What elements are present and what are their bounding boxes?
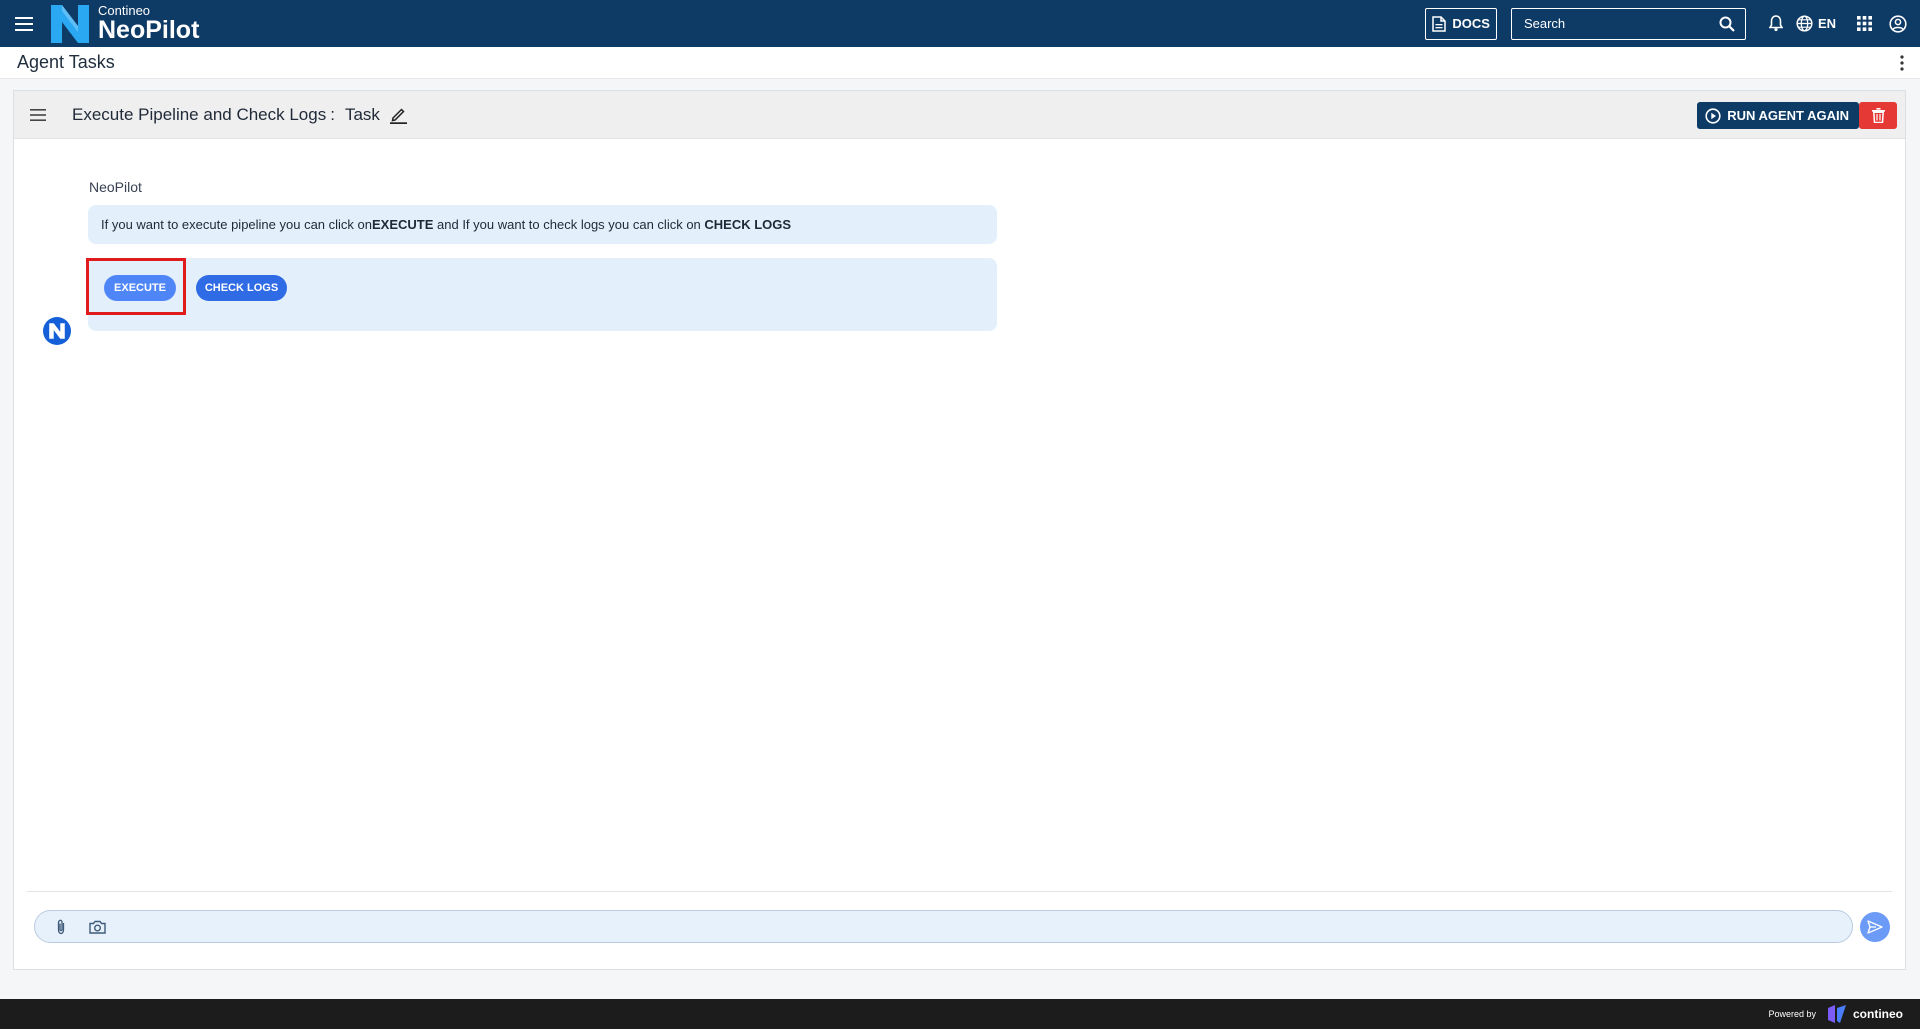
play-circle-icon (1705, 107, 1721, 124)
neopilot-logo-icon (51, 4, 89, 43)
language-label: EN (1817, 16, 1836, 31)
task-menu-button[interactable] (30, 108, 52, 121)
run-agent-again-label: RUN AGENT AGAIN (1727, 108, 1849, 123)
page-header: Agent Tasks (0, 47, 1920, 79)
paperclip-icon (57, 919, 65, 934)
message-text-part: If you want to execute pipeline you can … (101, 217, 372, 232)
task-title-separator: : (330, 104, 335, 124)
account-button[interactable] (1884, 0, 1912, 47)
execute-button[interactable]: EXECUTE (104, 275, 176, 301)
message-keyword-execute: EXECUTE (372, 217, 434, 232)
camera-button[interactable] (79, 910, 115, 943)
message-actions-bubble: EXECUTE CHECK LOGS (86, 258, 997, 331)
more-options-icon[interactable] (1900, 55, 1904, 71)
docs-label: DOCS (1452, 16, 1490, 31)
company-name: contineo (1853, 1007, 1903, 1021)
send-button[interactable] (1860, 912, 1890, 942)
apps-grid-icon (1856, 16, 1872, 31)
bot-avatar (43, 317, 71, 345)
task-header: Execute Pipeline and Check Logs : Task R… (14, 91, 1905, 139)
account-circle-icon (1889, 14, 1907, 33)
powered-by-label: Powered by (1768, 1009, 1816, 1019)
trash-icon (1871, 108, 1885, 123)
task-card: Execute Pipeline and Check Logs : Task R… (13, 90, 1906, 970)
page-title: Agent Tasks (17, 52, 115, 72)
message-text-part: and If you want to check logs you can cl… (433, 217, 705, 232)
globe-icon (1796, 15, 1813, 32)
top-bar: Contineo NeoPilot DOCS Search EN (0, 0, 1920, 47)
docs-button[interactable]: DOCS (1425, 7, 1497, 40)
edit-task-name-button[interactable] (389, 106, 407, 124)
send-icon (1867, 920, 1883, 934)
message-sender: NeoPilot (89, 179, 142, 195)
brand-product: NeoPilot (98, 16, 200, 44)
delete-task-button[interactable] (1859, 102, 1897, 129)
task-title: Execute Pipeline and Check Logs (72, 104, 327, 124)
run-agent-again-button[interactable]: RUN AGENT AGAIN (1697, 102, 1859, 129)
hamburger-icon (30, 108, 46, 121)
apps-button[interactable] (1850, 0, 1878, 47)
attach-file-button[interactable] (43, 910, 79, 943)
contineo-logo-icon (1828, 1005, 1846, 1023)
search-input[interactable] (1521, 15, 1702, 32)
footer: Powered by contineo (0, 999, 1920, 1029)
message-bubble: If you want to execute pipeline you can … (88, 205, 997, 244)
search-icon[interactable] (1719, 16, 1735, 32)
check-logs-button[interactable]: CHECK LOGS (196, 275, 287, 301)
message-input[interactable] (115, 912, 1852, 941)
task-name: Task (344, 104, 380, 124)
bell-icon (1768, 15, 1783, 32)
composer-divider (27, 891, 1892, 892)
search-box[interactable] (1510, 7, 1746, 40)
neopilot-avatar-icon (49, 323, 65, 339)
company-logo: contineo (1826, 1004, 1903, 1024)
main-menu-button[interactable] (0, 0, 48, 47)
document-icon (1432, 15, 1447, 32)
notifications-button[interactable] (1762, 0, 1790, 47)
language-selector[interactable]: EN (1796, 15, 1836, 32)
camera-icon (88, 920, 106, 934)
pencil-icon (389, 107, 407, 124)
brand[interactable]: Contineo NeoPilot (48, 0, 199, 47)
message-keyword-check-logs: CHECK LOGS (704, 217, 792, 232)
message-composer (34, 910, 1853, 943)
hamburger-icon (15, 16, 33, 31)
